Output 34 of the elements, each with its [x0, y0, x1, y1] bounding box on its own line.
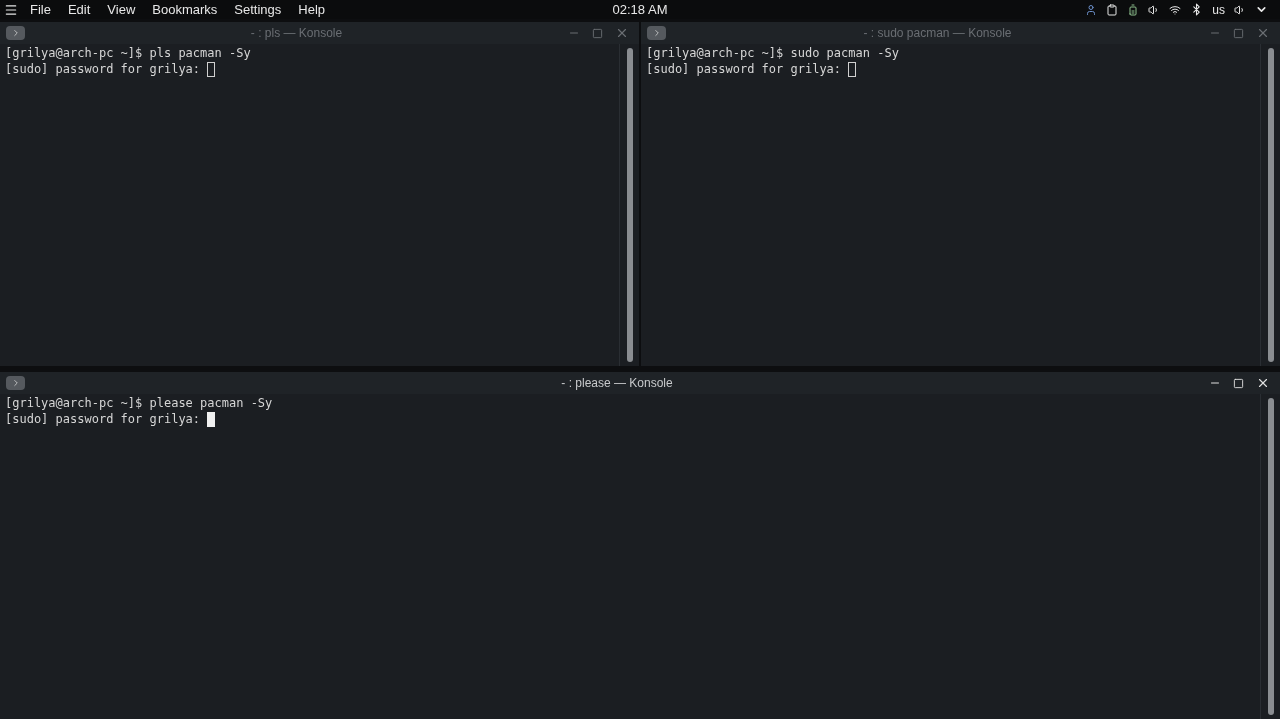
clock: 02:18 AM: [612, 0, 668, 19]
terminal-body[interactable]: [grilya@arch-pc ~]$ please pacman -Sy [sudo] password for grilya:: [0, 394, 1280, 719]
menu-item[interactable]: Settings: [234, 0, 282, 20]
keyboard-layout[interactable]: us: [1212, 0, 1225, 19]
window-title: - : please — Konsole: [560, 375, 674, 392]
maximize-icon: [1233, 27, 1244, 39]
wifi-icon[interactable]: [1169, 3, 1182, 16]
terminal-line: [grilya@arch-pc ~]$ sudo pacman -Sy: [646, 45, 899, 61]
maximize-icon: [1233, 377, 1244, 389]
terminal-line: [sudo] password for grilya:: [5, 411, 201, 427]
menu-item[interactable]: View: [107, 0, 136, 20]
volume-icon[interactable]: [1234, 3, 1246, 16]
terminal-body[interactable]: [grilya@arch-pc ~]$ sudo pacman -Sy [sudo] password for grilya:: [641, 44, 1280, 366]
hamburger-icon: [4, 2, 18, 17]
menu-icon[interactable]: [4, 2, 18, 17]
close-icon: [1256, 376, 1270, 390]
terminal-line: [grilya@arch-pc ~]$ pls pacman -Sy: [5, 45, 251, 61]
menu-item[interactable]: Help: [298, 0, 326, 20]
close-button[interactable]: [1256, 376, 1270, 390]
close-icon: [1256, 26, 1270, 40]
window-title: - : pls — Konsole: [249, 25, 344, 42]
terminal-line: [sudo] password for grilya:: [646, 61, 842, 77]
terminal-line: [sudo] password for grilya:: [5, 61, 201, 77]
maximize-icon: [592, 27, 603, 39]
terminal-body[interactable]: [grilya@arch-pc ~]$ pls pacman -Sy [sudo] password for grilya:: [0, 44, 639, 366]
close-icon: [615, 26, 629, 40]
user-icon[interactable]: [1085, 3, 1098, 16]
menu-item[interactable]: File: [30, 0, 51, 20]
terminal-line: [grilya@arch-pc ~]$ please pacman -Sy: [5, 395, 273, 411]
menu-item[interactable]: Edit: [67, 0, 91, 20]
battery-icon[interactable]: [1127, 3, 1140, 16]
clipboard-icon[interactable]: [1106, 3, 1119, 16]
window-title: - : sudo pacman — Konsole: [862, 25, 1013, 42]
menu-item[interactable]: Bookmarks: [152, 0, 218, 20]
